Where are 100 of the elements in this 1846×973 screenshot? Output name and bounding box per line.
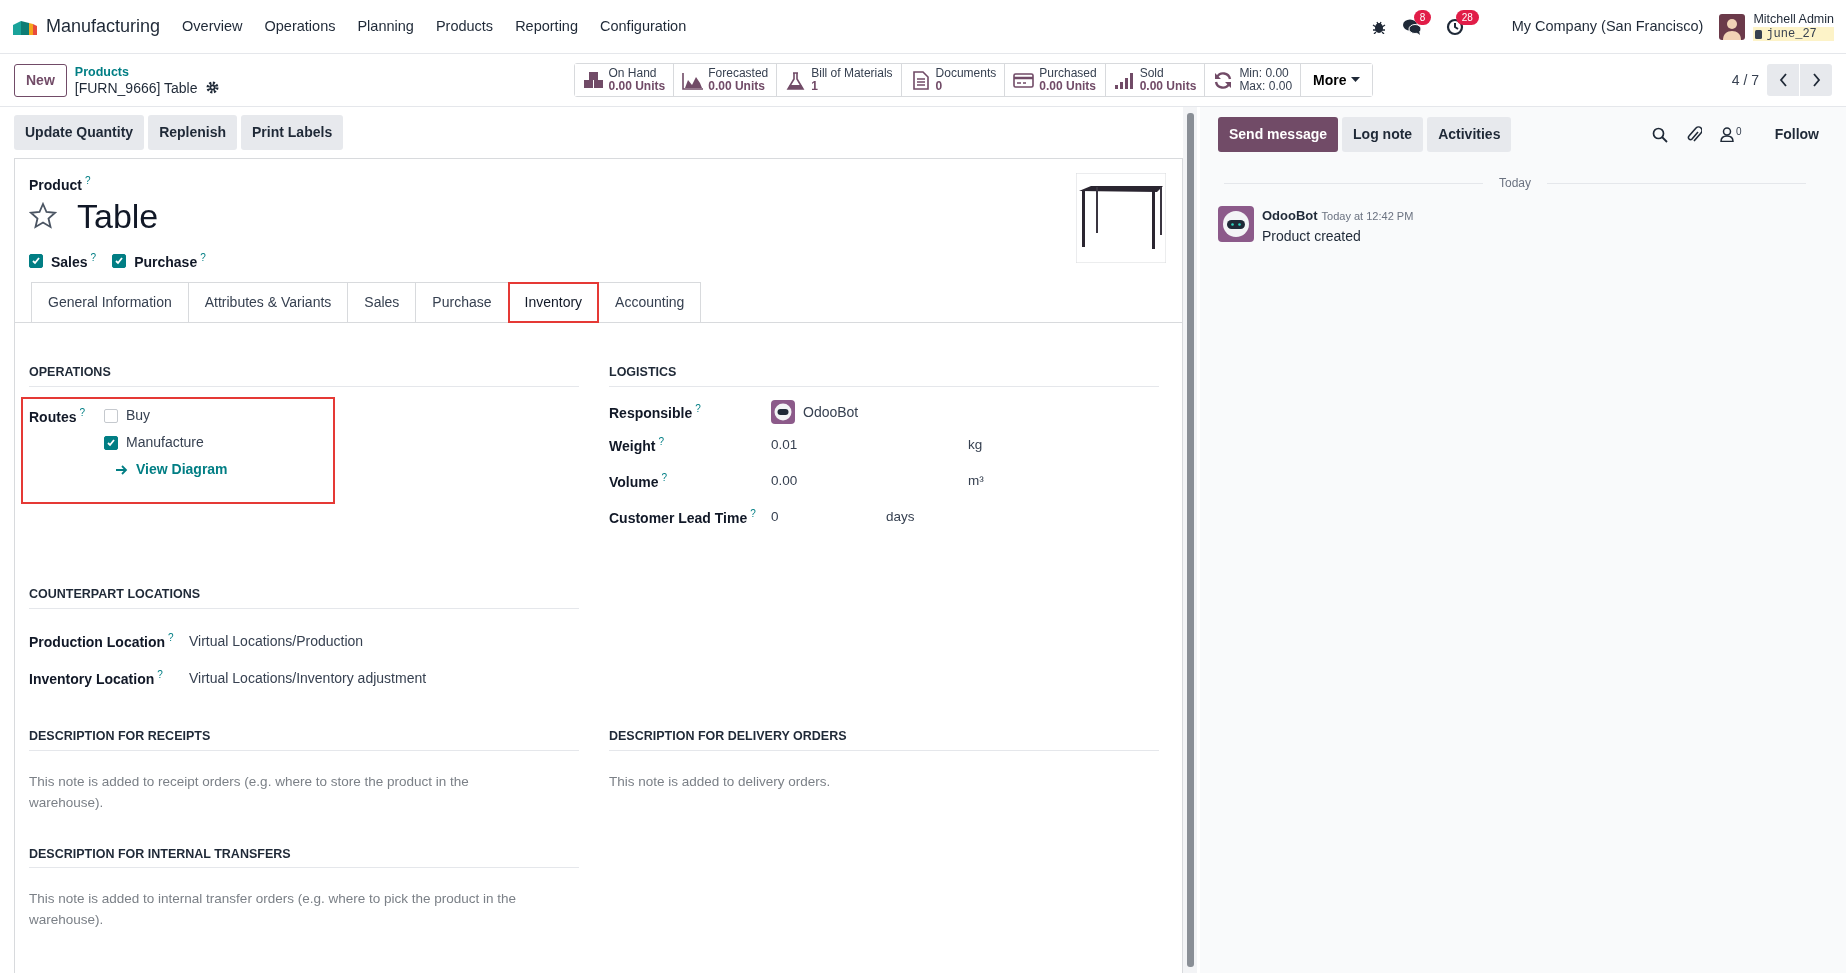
next-button[interactable] — [1800, 64, 1832, 96]
user-name[interactable]: Mitchell Admin — [1753, 12, 1834, 27]
checkbox-label: Manufacture — [126, 433, 204, 453]
field-value: Virtual Locations/Inventory adjustment — [189, 668, 427, 688]
help-mark[interactable]: ? — [658, 435, 664, 447]
follow-button[interactable]: Follow — [1763, 117, 1830, 152]
credit-card-icon — [1013, 70, 1035, 90]
menu-item[interactable]: Operations — [264, 15, 336, 38]
chevron-left-icon — [1778, 73, 1788, 87]
help-mark[interactable]: ? — [200, 251, 206, 263]
help-mark[interactable]: ? — [695, 402, 701, 414]
unit-label: m³ — [968, 471, 984, 490]
help-mark[interactable]: ? — [661, 471, 668, 483]
message-time: Today at 12:42 PM — [1321, 209, 1414, 224]
field-label: Weight — [609, 437, 656, 454]
section-heading: DESCRIPTION FOR RECEIPTS — [29, 726, 579, 751]
section-heading: DESCRIPTION FOR INTERNAL TRANSFERS — [29, 844, 579, 869]
message-body: Product created — [1262, 226, 1362, 246]
menu-item[interactable]: Overview — [182, 15, 243, 38]
product-name: Table — [77, 195, 159, 236]
notification-badge: 8 — [1413, 9, 1432, 25]
section-heading: OPERATIONS — [29, 363, 579, 388]
new-button[interactable]: New — [14, 63, 67, 97]
gear-icon[interactable] — [205, 81, 219, 94]
checkbox-label: Buy — [126, 406, 151, 426]
help-mark[interactable]: ? — [90, 251, 97, 263]
user-avatar-icon[interactable] — [1719, 13, 1746, 40]
caret-icon — [1350, 77, 1360, 83]
bug-icon[interactable] — [1371, 19, 1386, 34]
checkbox[interactable] — [104, 408, 118, 423]
bot-avatar-icon — [771, 400, 795, 425]
unit-label: kg — [968, 435, 983, 454]
database-name: june_27 — [1753, 27, 1834, 41]
action-button[interactable]: Replenish — [148, 115, 238, 150]
chat-icon[interactable] — [1401, 17, 1422, 36]
area-chart-icon — [682, 70, 704, 90]
follower-icon[interactable] — [1720, 127, 1735, 142]
arrow-right-icon — [116, 464, 128, 475]
help-mark[interactable]: ? — [84, 175, 91, 186]
checkbox[interactable] — [29, 254, 43, 268]
checkbox[interactable] — [104, 435, 118, 450]
database-icon — [1755, 29, 1763, 39]
help-mark[interactable]: ? — [750, 507, 756, 519]
field-label: Production Location — [29, 633, 166, 650]
tab[interactable]: General Information — [31, 282, 189, 323]
tab[interactable]: Inventory — [507, 282, 600, 324]
checkbox-label: Purchase — [134, 253, 198, 270]
checkbox[interactable] — [112, 254, 127, 268]
record-title: [FURN_9666] Table — [74, 79, 198, 96]
field-label: Routes — [29, 408, 77, 425]
stat-button[interactable]: On Hand 0.00 Units — [574, 64, 675, 96]
field-value: 0.00 — [771, 471, 799, 490]
checkbox-label: Sales — [51, 253, 88, 270]
previous-button[interactable] — [1767, 64, 1799, 96]
chatter-button[interactable]: Activities — [1427, 117, 1512, 152]
breadcrumb-link[interactable]: Products — [74, 64, 219, 80]
search-icon[interactable] — [1652, 126, 1669, 143]
notification-badge: 28 — [1455, 9, 1479, 25]
unit-label: days — [886, 507, 915, 526]
field-label: Customer Lead Time — [609, 509, 748, 526]
message-author: OdooBot — [1262, 207, 1318, 225]
scrollbar[interactable] — [1183, 107, 1197, 973]
help-mark[interactable]: ? — [168, 632, 174, 643]
menu-item[interactable]: Configuration — [600, 15, 687, 38]
company-switcher[interactable]: My Company (San Francisco) — [1511, 15, 1704, 38]
menu-item[interactable]: Planning — [357, 15, 414, 38]
menu-item[interactable]: Products — [435, 15, 494, 38]
action-button[interactable]: Print Labels — [241, 115, 344, 150]
section-heading: COUNTERPART LOCATIONS — [29, 585, 579, 609]
field-label: Volume — [609, 473, 659, 490]
app-name[interactable]: Manufacturing — [46, 13, 161, 40]
chatter-button[interactable]: Log note — [1342, 117, 1424, 152]
note-field[interactable]: This note is added to internal transfer orders (e.g. where to pick the product in the warehouse). — [29, 888, 539, 931]
field-value: Virtual Locations/Production — [189, 631, 364, 651]
note-field[interactable]: This note is added to receipt orders (e.g. where to store the product in the warehouse). — [29, 770, 539, 813]
flask-icon — [785, 70, 807, 90]
help-mark[interactable]: ? — [157, 669, 163, 680]
field-label: Inventory Location — [29, 670, 155, 687]
section-heading: LOGISTICS — [609, 363, 1159, 388]
follower-count: 0 — [1736, 127, 1742, 137]
tab[interactable]: Accounting — [598, 282, 702, 323]
help-mark[interactable]: ? — [79, 407, 85, 419]
field-value: 0 — [771, 507, 780, 526]
field-label: Product — [29, 176, 82, 193]
bot-avatar-icon — [1218, 206, 1254, 242]
view-diagram-link[interactable]: View Diagram — [116, 459, 228, 481]
field-value: OdooBot — [803, 402, 859, 422]
date-separator: Today — [1499, 175, 1531, 192]
action-button[interactable]: Update Quantity — [14, 115, 145, 150]
clock-icon[interactable] — [1445, 17, 1464, 36]
section-heading: DESCRIPTION FOR DELIVERY ORDERS — [609, 726, 1159, 751]
field-value: 0.01 — [771, 435, 799, 454]
note-field[interactable]: This note is added to delivery orders. — [609, 770, 1119, 813]
signal-bars-icon — [1113, 70, 1135, 90]
pager-value: 4 / 7 — [1731, 70, 1759, 90]
star-icon[interactable] — [29, 202, 57, 230]
chatter-button[interactable]: Send message — [1218, 117, 1339, 152]
paperclip-icon[interactable] — [1686, 125, 1703, 144]
field-label: Responsible — [609, 404, 693, 421]
menu-item[interactable]: Reporting — [515, 15, 578, 38]
